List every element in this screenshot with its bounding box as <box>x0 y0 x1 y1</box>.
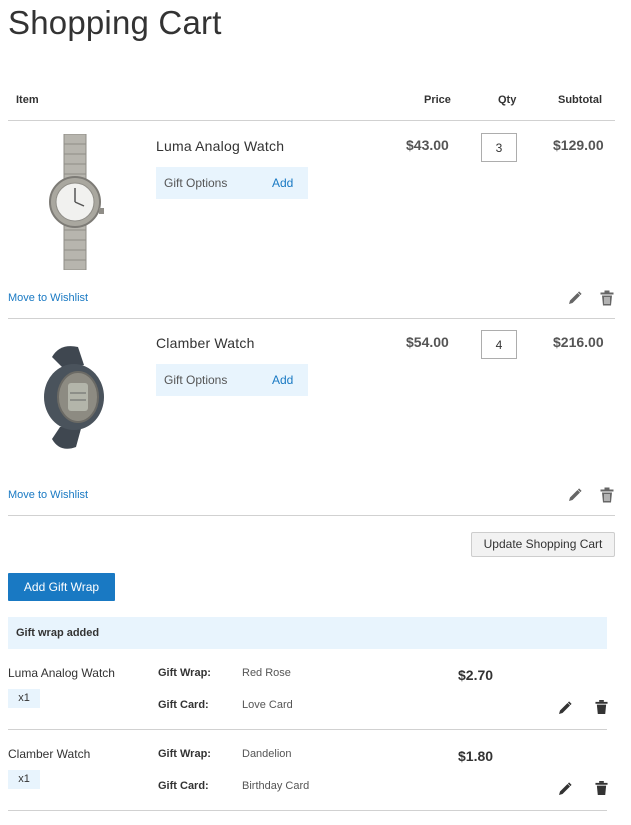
gift-options-panel: Gift Options Add <box>156 364 308 396</box>
pencil-icon[interactable] <box>568 488 582 502</box>
pencil-icon[interactable] <box>568 291 582 305</box>
gift-wrap-label: Gift Wrap: <box>158 748 211 760</box>
trash-icon[interactable] <box>595 699 608 715</box>
trash-icon[interactable] <box>600 487 614 503</box>
gift-wrap-value: Dandelion <box>242 748 292 760</box>
gift-wrap-banner: Gift wrap added <box>8 617 607 649</box>
pencil-icon[interactable] <box>558 701 572 715</box>
gift-wrap-price: $1.80 <box>458 748 494 764</box>
gift-options-add-link[interactable]: Add <box>272 176 293 190</box>
product-image[interactable] <box>34 134 114 270</box>
gift-card-value: Birthday Card <box>242 780 310 792</box>
gift-wrap-label: Gift Wrap: <box>158 667 211 679</box>
header-subtotal: Subtotal <box>558 94 602 106</box>
item-price: $43.00 <box>406 137 449 153</box>
header-item: Item <box>16 94 39 106</box>
gift-card-label: Gift Card: <box>158 699 209 711</box>
move-to-wishlist-link[interactable]: Move to Wishlist <box>8 292 88 304</box>
gift-wrap-product: Luma Analog Watch <box>8 666 115 680</box>
update-cart-button[interactable]: Update Shopping Cart <box>471 532 615 557</box>
move-to-wishlist-link[interactable]: Move to Wishlist <box>8 489 88 501</box>
header-price: Price <box>424 94 451 106</box>
gift-options-label: Gift Options <box>164 176 228 190</box>
gift-options-add-link[interactable]: Add <box>272 373 293 387</box>
gift-wrap-row: Clamber Watch x1 Gift Wrap: Dandelion Gi… <box>8 730 608 811</box>
page-title: Shopping Cart <box>8 4 222 41</box>
qty-input[interactable] <box>481 330 517 359</box>
gift-card-label: Gift Card: <box>158 780 209 792</box>
gift-options-label: Gift Options <box>164 373 228 387</box>
product-image[interactable] <box>30 343 114 453</box>
item-price: $54.00 <box>406 334 449 350</box>
gift-wrap-product: Clamber Watch <box>8 747 91 761</box>
gift-wrap-value: Red Rose <box>242 667 291 679</box>
header-qty: Qty <box>498 94 517 106</box>
gift-wrap-price: $2.70 <box>458 667 494 683</box>
item-subtotal: $129.00 <box>553 137 604 153</box>
cart-table-header: Item Price Qty Subtotal <box>8 93 615 121</box>
item-subtotal: $216.00 <box>553 334 604 350</box>
gift-wrap-qty-badge: x1 <box>8 770 40 789</box>
gift-wrap-banner-text: Gift wrap added <box>16 627 100 639</box>
pencil-icon[interactable] <box>558 782 572 796</box>
qty-input[interactable] <box>481 133 517 162</box>
add-gift-wrap-button[interactable]: Add Gift Wrap <box>8 573 115 601</box>
gift-card-value: Love Card <box>242 699 293 711</box>
gift-wrap-qty-badge: x1 <box>8 689 40 708</box>
cart-item: Luma Analog Watch Gift Options Add $43.0… <box>8 122 615 319</box>
product-name[interactable]: Clamber Watch <box>156 335 255 351</box>
trash-icon[interactable] <box>595 780 608 796</box>
trash-icon[interactable] <box>600 290 614 306</box>
gift-wrap-row: Luma Analog Watch x1 Gift Wrap: Red Rose… <box>8 649 608 730</box>
product-name[interactable]: Luma Analog Watch <box>156 138 284 154</box>
gift-options-panel: Gift Options Add <box>156 167 308 199</box>
cart-item: Clamber Watch Gift Options Add $54.00 $2… <box>8 319 615 516</box>
